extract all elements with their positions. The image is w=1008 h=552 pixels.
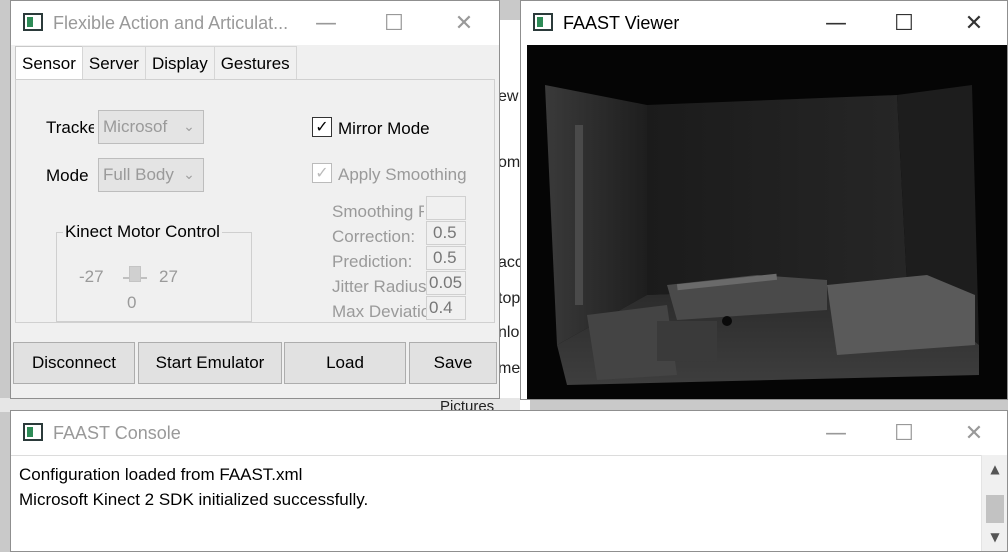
tab-gestures[interactable]: Gestures xyxy=(213,46,297,79)
mode-label: Mode xyxy=(46,166,89,185)
disconnect-button[interactable]: Disconnect xyxy=(13,342,135,384)
console-line: Configuration loaded from FAAST.xml xyxy=(19,465,303,484)
motor-min-label: -27 xyxy=(79,267,104,286)
tracker-label: Tracke xyxy=(46,118,94,137)
mode-value: Full Body xyxy=(103,165,174,184)
depth-image xyxy=(527,45,1007,399)
apply-smoothing-checkbox[interactable]: ✓ xyxy=(312,163,332,183)
chevron-down-icon: ⌄ xyxy=(175,111,203,143)
console-window: FAAST Console — ☐ ✕ Configuration loaded… xyxy=(10,410,1008,552)
maximize-icon[interactable]: ☐ xyxy=(371,1,417,45)
background-text: me xyxy=(498,360,521,377)
scroll-down-icon[interactable]: ▼ xyxy=(982,525,1008,549)
minimize-icon[interactable]: — xyxy=(813,1,859,45)
app-icon xyxy=(23,13,43,31)
tab-server[interactable]: Server xyxy=(81,46,146,79)
prediction-input[interactable]: 0.5 xyxy=(426,246,466,270)
motor-group-title: Kinect Motor Control xyxy=(63,222,222,242)
max-deviation-input[interactable]: 0.4 xyxy=(426,296,466,320)
kinect-motor-control-group: Kinect Motor Control -27 27 0 xyxy=(56,222,252,322)
console-window-title: FAAST Console xyxy=(53,423,181,443)
mirror-mode-checkbox[interactable]: ✓ xyxy=(312,117,332,137)
load-button[interactable]: Load xyxy=(284,342,406,384)
save-button[interactable]: Save xyxy=(409,342,497,384)
main-window-title: Flexible Action and Articulat... xyxy=(53,13,289,33)
main-titlebar[interactable]: Flexible Action and Articulat... — ☐ ✕ xyxy=(11,1,499,45)
mode-select[interactable]: Full Body ⌄ xyxy=(98,158,204,192)
app-icon xyxy=(533,13,553,31)
maximize-icon[interactable]: ☐ xyxy=(881,411,927,455)
background-text: om xyxy=(498,154,521,171)
sensor-panel: Tracke Microsof ⌄ Mode Full Body ⌄ ✓ Mir… xyxy=(15,79,495,323)
background-text: ew xyxy=(498,88,519,105)
prediction-label: Prediction: xyxy=(332,252,413,271)
scrollbar-thumb[interactable] xyxy=(986,495,1004,523)
smoothing-factor-input[interactable] xyxy=(426,196,466,220)
background-text: nlo xyxy=(498,324,520,341)
jitter-radius-input[interactable]: 0.05 xyxy=(426,271,466,295)
console-titlebar[interactable]: FAAST Console — ☐ ✕ xyxy=(11,411,1007,455)
viewer-window: FAAST Viewer — ☐ ✕ xyxy=(520,0,1008,400)
motor-max-label: 27 xyxy=(159,267,178,286)
motor-slider-thumb[interactable] xyxy=(129,266,141,282)
main-window: Flexible Action and Articulat... — ☐ ✕ S… xyxy=(10,0,500,399)
jitter-radius-label: Jitter Radius: xyxy=(332,277,432,296)
start-emulator-button[interactable]: Start Emulator xyxy=(138,342,282,384)
app-icon xyxy=(23,423,43,441)
tracker-value: Microsof xyxy=(103,117,168,136)
correction-label: Correction: xyxy=(332,227,416,246)
tab-sensor[interactable]: Sensor xyxy=(15,46,83,80)
smoothing-factor-label: Smoothing Factor: xyxy=(332,202,424,221)
correction-input[interactable]: 0.5 xyxy=(426,221,466,245)
console-output[interactable]: Configuration loaded from FAAST.xml Micr… xyxy=(11,455,981,551)
background-text: top xyxy=(498,290,521,307)
tab-bar: Sensor Server Display Gestures xyxy=(15,46,297,80)
depth-image-view xyxy=(527,45,1007,399)
close-icon[interactable]: ✕ xyxy=(441,1,487,45)
console-scrollbar[interactable]: ▲ ▼ xyxy=(981,455,1007,551)
close-icon[interactable]: ✕ xyxy=(951,411,997,455)
mirror-mode-label: Mirror Mode xyxy=(338,119,430,138)
apply-smoothing-label: Apply Smoothing xyxy=(338,165,467,184)
minimize-icon[interactable]: — xyxy=(303,1,349,45)
motor-value-label: 0 xyxy=(127,293,137,312)
tracker-select[interactable]: Microsof ⌄ xyxy=(98,110,204,144)
minimize-icon[interactable]: — xyxy=(813,411,859,455)
scroll-up-icon[interactable]: ▲ xyxy=(982,457,1008,481)
viewer-window-title: FAAST Viewer xyxy=(563,13,680,33)
maximize-icon[interactable]: ☐ xyxy=(881,1,927,45)
tab-display[interactable]: Display xyxy=(144,46,215,79)
console-line: Microsoft Kinect 2 SDK initialized succe… xyxy=(19,490,369,509)
chevron-down-icon: ⌄ xyxy=(175,159,203,191)
viewer-titlebar[interactable]: FAAST Viewer — ☐ ✕ xyxy=(521,1,1007,45)
close-icon[interactable]: ✕ xyxy=(951,1,997,45)
